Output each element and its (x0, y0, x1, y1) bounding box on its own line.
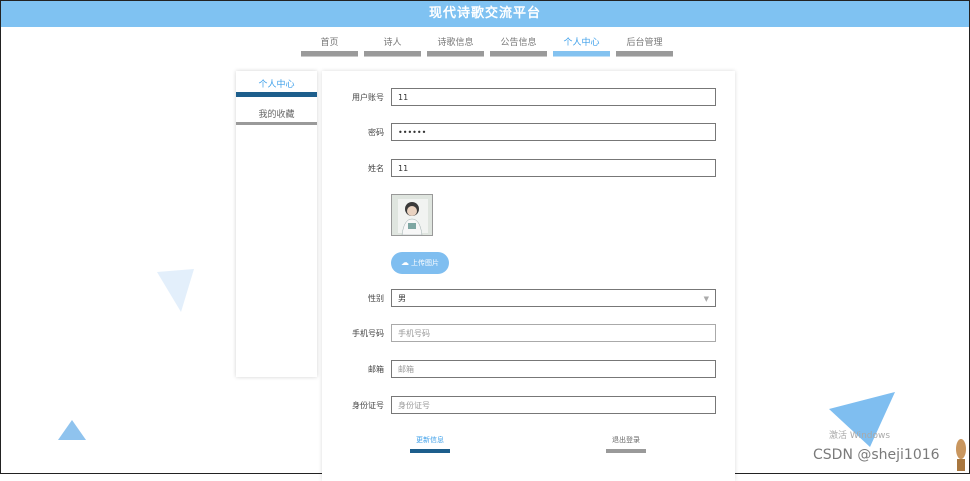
username-input[interactable]: 11 (391, 88, 716, 106)
windows-activation-watermark: 激活 Windows (829, 431, 891, 441)
sidebar-item-personal-center[interactable]: 个人中心 (236, 71, 317, 97)
tab-label: 首页 (320, 38, 339, 48)
tab-underline (490, 51, 547, 57)
gender-label: 性别 (368, 294, 384, 303)
gender-select[interactable]: 男 ▼ (391, 289, 716, 307)
name-input[interactable]: 11 (391, 159, 716, 177)
tab-underline (427, 51, 484, 57)
upload-image-button[interactable]: ☁ 上传图片 (391, 252, 449, 274)
top-nav: 首页 诗人 诗歌信息 公告信息 个人中心 后台管理 (301, 37, 673, 57)
tab-poets[interactable]: 诗人 (364, 37, 421, 57)
sidebar-item-favorites[interactable]: 我的收藏 (236, 97, 317, 125)
gender-row: 性别 男 ▼ (322, 289, 735, 309)
tab-underline (301, 51, 358, 57)
password-label: 密码 (368, 128, 384, 137)
password-input[interactable]: •••••• (391, 123, 716, 141)
avatar-photo-icon (392, 195, 432, 235)
tab-announcements[interactable]: 公告信息 (490, 37, 547, 57)
phone-row: 手机号码 手机号码 (322, 324, 735, 344)
tab-label: 诗歌信息 (437, 38, 474, 48)
logout-button[interactable]: 退出登录 (606, 435, 646, 453)
phone-label: 手机号码 (352, 329, 384, 338)
tab-label: 公告信息 (500, 38, 537, 48)
username-row: 用户账号 11 (322, 88, 735, 108)
sidebar-item-label: 个人中心 (258, 80, 295, 90)
app-title-bar: 现代诗歌交流平台 (1, 1, 969, 27)
name-label: 姓名 (368, 164, 384, 173)
tab-personal-center[interactable]: 个人中心 (553, 37, 610, 57)
password-row: 密码 •••••• (322, 123, 735, 143)
cloud-upload-icon: ☁ (401, 258, 409, 267)
decorative-figure-icon (956, 439, 966, 471)
phone-input[interactable]: 手机号码 (391, 324, 716, 342)
sidebar: 个人中心 我的收藏 (236, 71, 317, 377)
tab-home[interactable]: 首页 (301, 37, 358, 57)
id-card-placeholder: 身份证号 (398, 401, 430, 410)
tab-underline (553, 51, 610, 57)
id-card-input[interactable]: 身份证号 (391, 396, 716, 414)
decorative-triangle-icon (157, 269, 194, 312)
avatar-image (391, 194, 433, 236)
logout-label: 退出登录 (612, 436, 640, 444)
update-info-label: 更新信息 (416, 436, 444, 444)
app-title: 现代诗歌交流平台 (428, 6, 541, 21)
sidebar-item-label: 我的收藏 (258, 110, 295, 120)
upload-image-label: 上传图片 (411, 259, 439, 267)
gender-selected-value: 男 (398, 294, 406, 303)
tab-label: 后台管理 (626, 38, 663, 48)
email-label: 邮箱 (368, 365, 384, 374)
sidebar-item-underline (236, 122, 317, 125)
tab-underline (616, 51, 673, 57)
logout-underline (606, 449, 646, 453)
phone-placeholder: 手机号码 (398, 329, 430, 338)
tab-label: 诗人 (383, 38, 402, 48)
id-card-label: 身份证号 (352, 401, 384, 410)
id-card-row: 身份证号 身份证号 (322, 396, 735, 416)
email-input[interactable]: 邮箱 (391, 360, 716, 378)
username-label: 用户账号 (352, 93, 384, 102)
profile-form-panel: 用户账号 11 密码 •••••• 姓名 11 ☁ 上传图片 性别 男 ▼ 手机号… (322, 71, 735, 481)
email-placeholder: 邮箱 (398, 365, 414, 374)
tab-poems[interactable]: 诗歌信息 (427, 37, 484, 57)
tab-underline (364, 51, 421, 57)
decorative-triangle-icon (58, 420, 86, 440)
email-row: 邮箱 邮箱 (322, 360, 735, 380)
tab-admin[interactable]: 后台管理 (616, 37, 673, 57)
name-row: 姓名 11 (322, 159, 735, 179)
chevron-down-icon: ▼ (703, 295, 709, 303)
csdn-watermark: CSDN @sheji1016 (813, 447, 940, 463)
update-info-underline (410, 449, 450, 453)
update-info-button[interactable]: 更新信息 (410, 435, 450, 453)
tab-label: 个人中心 (563, 38, 600, 48)
